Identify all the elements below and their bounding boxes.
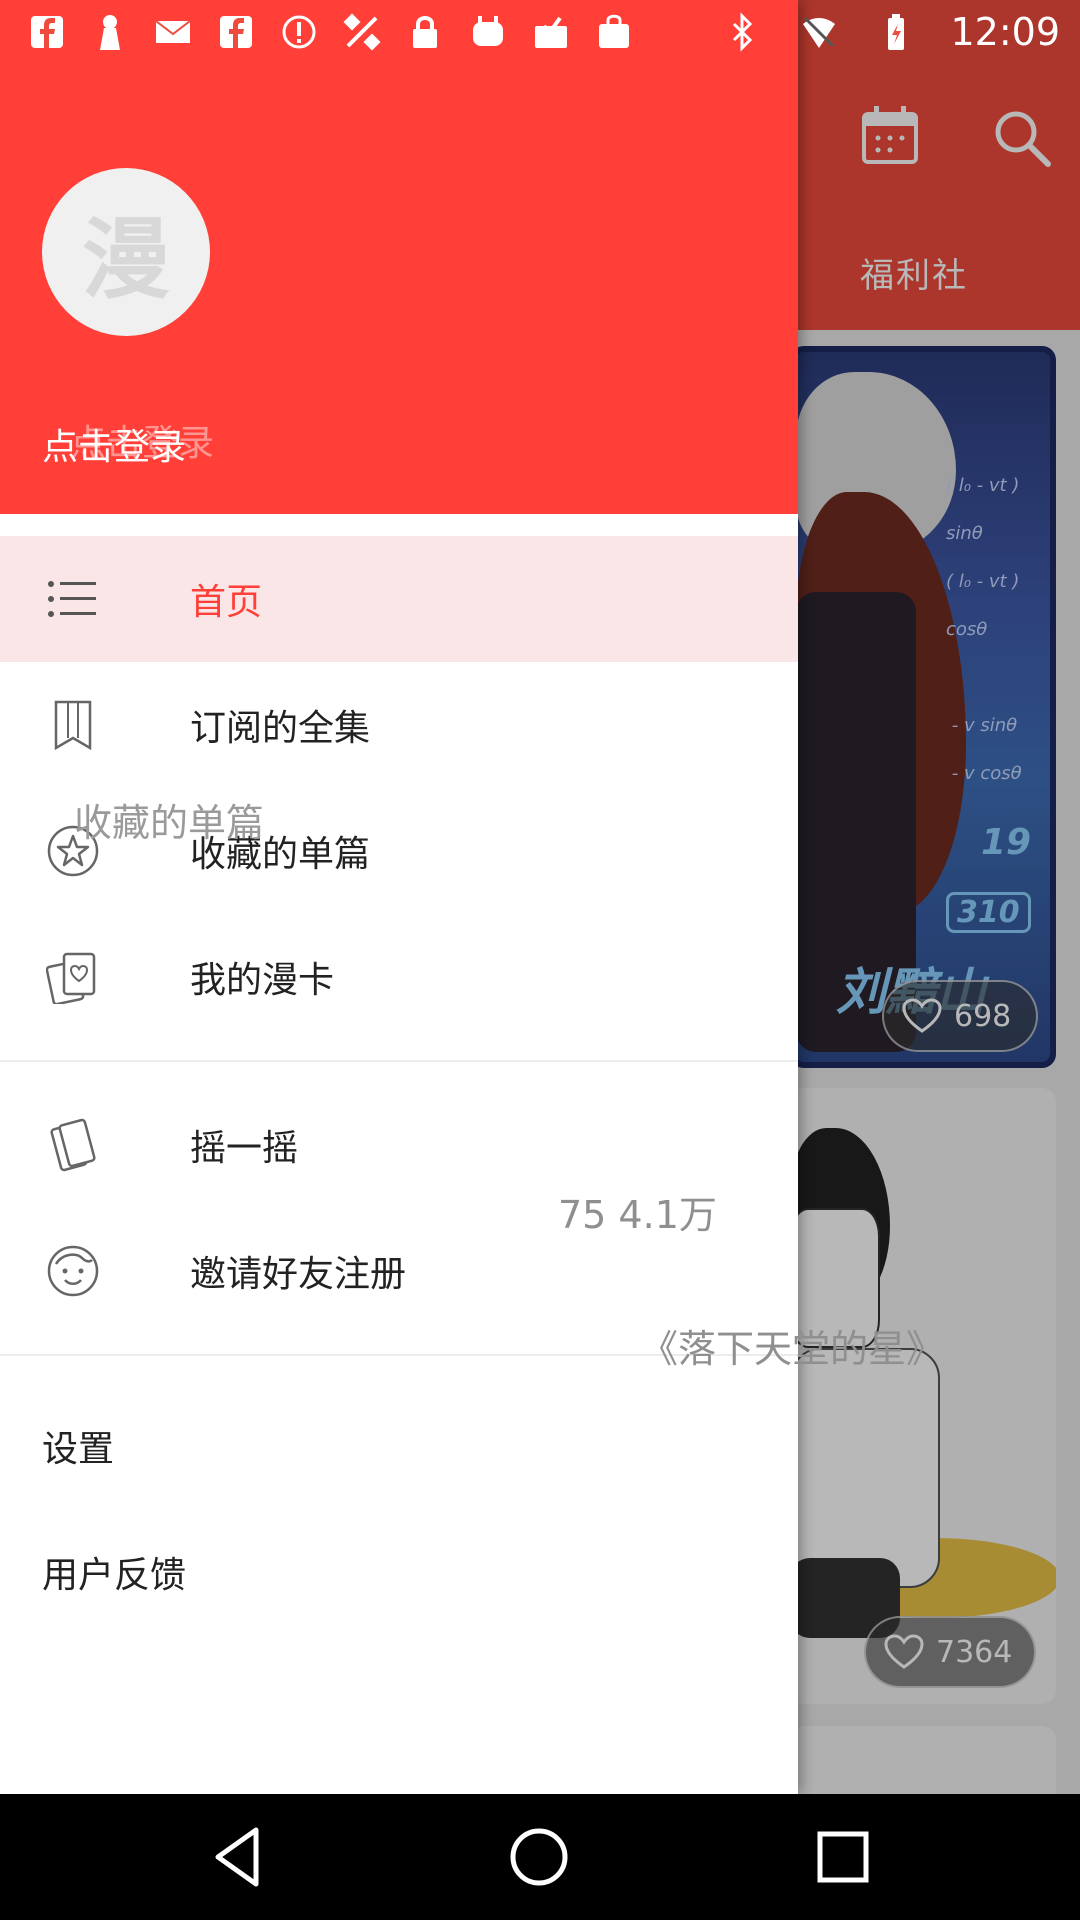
list-icon — [48, 581, 96, 617]
battery-icon — [873, 9, 919, 55]
menu-item-label: 我的漫卡 — [190, 960, 335, 1001]
avatar[interactable]: 漫 — [42, 168, 210, 336]
drawer-header: 漫 点击登录 点击登录 — [0, 0, 798, 514]
login-link[interactable]: 点击登录 — [42, 418, 186, 470]
navigation-drawer: 漫 点击登录 点击登录 首页 订阅的全集 收藏的单篇 我的漫卡 摇一摇 邀请好友… — [0, 0, 798, 1794]
menu-item-subscribed[interactable]: 订阅的全集 — [0, 662, 798, 788]
clock: 12:09 — [950, 10, 1060, 54]
facebook-icon — [24, 9, 70, 55]
bluetooth-icon — [719, 9, 765, 55]
menu-item-home[interactable]: 首页 — [0, 536, 798, 662]
system-nav-bar — [0, 1794, 1080, 1920]
wifi-off-icon — [796, 9, 842, 55]
floating-comic-title: 《落下天堂的星》 — [640, 1327, 945, 1371]
mail-icon — [150, 9, 196, 55]
recents-icon[interactable] — [810, 1824, 876, 1890]
menu-item-my-cards[interactable]: 我的漫卡 — [0, 914, 798, 1040]
status-right: 12:09 — [719, 0, 1060, 64]
menu-item-label: 邀请好友注册 — [190, 1254, 407, 1295]
menu-divider — [0, 1060, 798, 1062]
menu-item-label: 首页 — [190, 582, 263, 623]
feedback-link[interactable]: 用户反馈 — [42, 1546, 186, 1598]
satellite-icon — [339, 9, 385, 55]
smile-icon — [47, 1245, 99, 1297]
alert-icon — [276, 9, 322, 55]
settings-link[interactable]: 设置 — [42, 1420, 114, 1472]
menu-item-label: 摇一摇 — [190, 1128, 299, 1169]
avatar-logo-char: 漫 — [81, 207, 170, 311]
facebook-icon — [213, 9, 259, 55]
shopping-bag-icon — [591, 9, 637, 55]
status-bar: 12:09 — [0, 0, 1080, 64]
menu-item-label: 订阅的全集 — [190, 708, 371, 749]
floating-stats-text: 75 4.1万 — [558, 1193, 717, 1237]
home-icon[interactable] — [506, 1824, 572, 1890]
ghost-label-collected: 收藏的单篇 — [74, 801, 265, 845]
phone-shake-icon — [50, 1118, 96, 1172]
back-icon[interactable] — [206, 1824, 272, 1890]
inbox-icon — [528, 9, 574, 55]
card-icon — [46, 952, 96, 1004]
bookmark-icon — [54, 700, 92, 751]
tower-icon — [87, 9, 133, 55]
lock-icon — [402, 9, 448, 55]
app-icon — [465, 9, 511, 55]
